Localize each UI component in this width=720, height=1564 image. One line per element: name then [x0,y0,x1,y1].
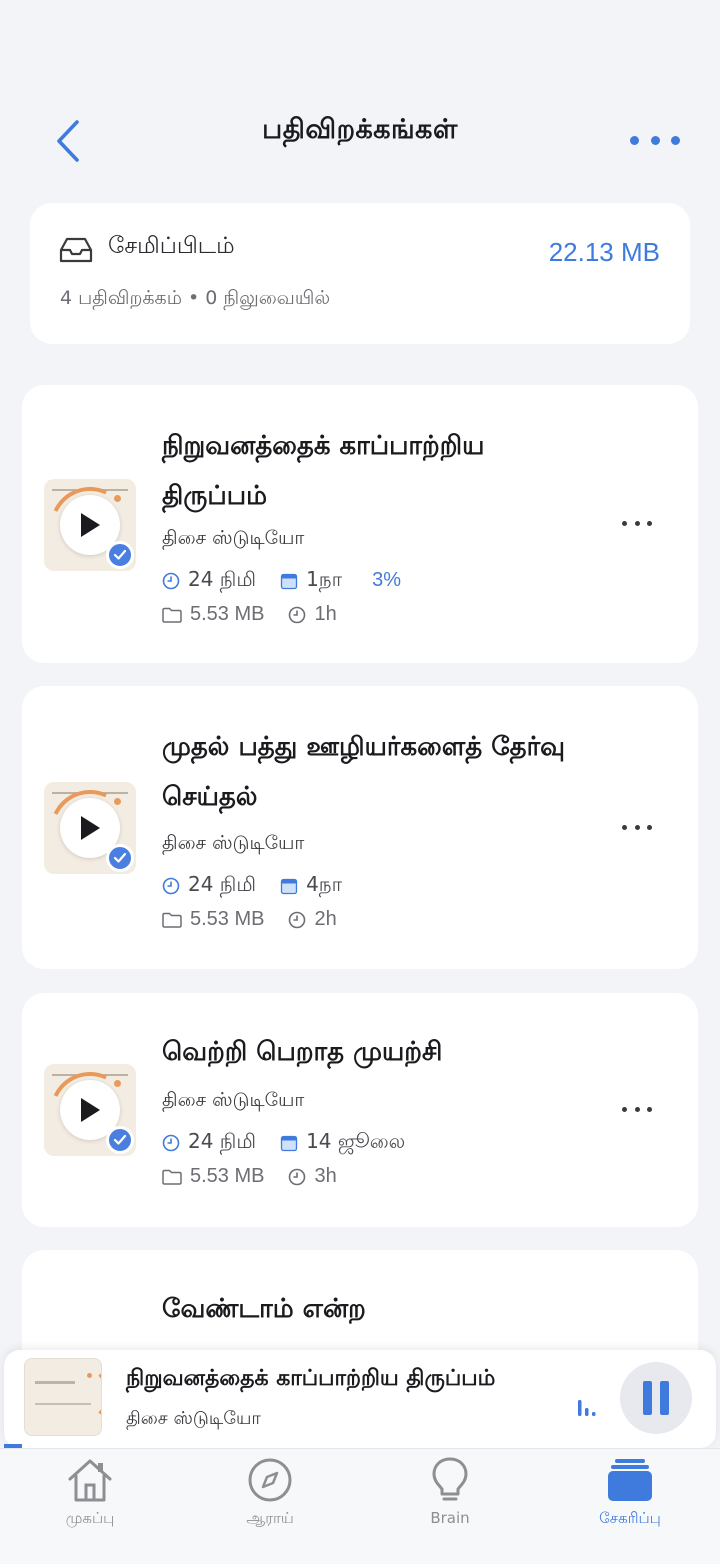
more-options-button[interactable] [630,128,680,152]
episode-meta-row: 24 நிமி 1நா 3% [162,567,425,594]
episode-downloaded-ago: 1h [314,603,337,625]
lightbulb-icon [432,1457,468,1501]
episode-file-size: 5.53 MB [190,603,265,625]
episode-file-row: 5.53 MB 3h [162,1165,361,1188]
downloaded-check-icon [106,1126,134,1154]
episode-more-button[interactable] [622,1104,652,1114]
download-item[interactable]: வெற்றி பெறாத முயற்சி திசை ஸ்டுடியோ 24 நி… [22,993,698,1227]
episode-date: 4நா [306,872,343,896]
compass-icon [248,1458,292,1502]
top-bar: பதிவிறக்கங்கள் [0,0,720,180]
play-icon [81,513,100,537]
episode-duration: 24 நிமி [188,872,257,896]
episode-thumbnail [38,475,142,579]
tab-home[interactable]: முகப்பு [0,1455,180,1535]
episode-meta-row: 24 நிமி 14 ஜூலை [162,1129,429,1156]
bottom-tab-bar: முகப்பு ஆராய் Brain சேகரிப்பு [0,1448,720,1564]
library-icon [608,1459,652,1501]
episode-file-row: 5.53 MB 2h [162,908,361,931]
episode-title: நிறுவனத்தைக் காப்பாற்றிய திருப்பம் [162,431,485,511]
home-icon [68,1459,112,1502]
clock-icon [288,911,306,929]
play-icon [81,1098,100,1122]
pause-icon [643,1381,669,1415]
episode-author: திசை ஸ்டுடியோ [162,527,305,549]
episode-title: வேண்டாம் என்ற [162,1294,366,1324]
pause-button[interactable] [620,1362,692,1434]
episode-thumbnail [38,778,142,882]
clock-icon [288,606,306,624]
episode-date: 1நா [306,567,343,591]
episode-downloaded-ago: 3h [314,1165,337,1187]
now-playing-title: நிறுவனத்தைக் காப்பாற்றிய திருப்பம் [126,1366,496,1391]
tab-library[interactable]: சேகரிப்பு [540,1455,720,1535]
equalizer-icon [578,1400,596,1416]
episode-title: வெற்றி பெறாத முயற்சி [162,1037,443,1067]
more-dot [650,135,660,145]
tab-label: முகப்பு [65,1509,115,1527]
episode-author: திசை ஸ்டுடியோ [162,832,305,854]
episode-more-button[interactable] [622,822,652,832]
calendar-icon [280,572,298,590]
play-icon [81,816,100,840]
now-playing-author: திசை ஸ்டுடியோ [126,1408,261,1429]
episode-file-row: 5.53 MB 1h [162,603,361,626]
download-item[interactable]: முதல் பத்து ஊழியர்களைத் தேர்வு செய்தல் த… [22,686,698,969]
episode-more-button[interactable] [622,518,652,528]
episode-thumbnail [38,1060,142,1164]
episode-author: திசை ஸ்டுடியோ [162,1089,305,1111]
tab-label: சேகரிப்பு [599,1509,661,1527]
episode-downloaded-ago: 2h [314,908,337,930]
calendar-icon [280,877,298,895]
tab-label: Brain [430,1509,470,1527]
now-playing-thumbnail [24,1358,102,1436]
downloaded-check-icon [106,844,134,872]
storage-size: 22.13 MB [548,237,660,267]
tab-explore[interactable]: ஆராய் [180,1455,360,1535]
episode-title: முதல் பத்து ஊழியர்களைத் தேர்வு செய்தல் [162,732,566,812]
calendar-icon [280,1134,298,1152]
more-dot [630,135,639,145]
episode-file-size: 5.53 MB [190,908,265,930]
folder-icon [162,1169,182,1185]
folder-icon [162,912,182,928]
download-item[interactable]: நிறுவனத்தைக் காப்பாற்றிய திருப்பம் திசை … [22,385,698,663]
clock-icon [162,877,180,895]
storage-summary-card: சேமிப்பிடம் 22.13 MB 4 பதிவிறக்கம் • 0 ந… [30,203,690,344]
page-title: பதிவிறக்கங்கள் [262,114,458,145]
episode-progress: 3% [372,569,401,591]
download-count-summary: 4 பதிவிறக்கம் • 0 நிலுவையில் [60,287,331,309]
clock-icon [162,1134,180,1152]
clock-icon [288,1168,306,1186]
episode-meta-row: 24 நிமி 4நா [162,872,366,899]
downloaded-check-icon [106,541,134,569]
storage-label: சேமிப்பிடம் [108,233,235,259]
more-dot [671,135,680,145]
episode-duration: 24 நிமி [188,1129,257,1153]
tray-icon [59,237,93,263]
episode-duration: 24 நிமி [188,567,257,591]
clock-icon [162,572,180,590]
tab-brain[interactable]: Brain [360,1455,540,1535]
tab-label: ஆராய் [246,1509,294,1527]
mini-player[interactable]: நிறுவனத்தைக் காப்பாற்றிய திருப்பம் திசை … [4,1350,716,1448]
episode-file-size: 5.53 MB [190,1165,265,1187]
episode-date: 14 ஜூலை [306,1129,406,1153]
folder-icon [162,607,182,623]
